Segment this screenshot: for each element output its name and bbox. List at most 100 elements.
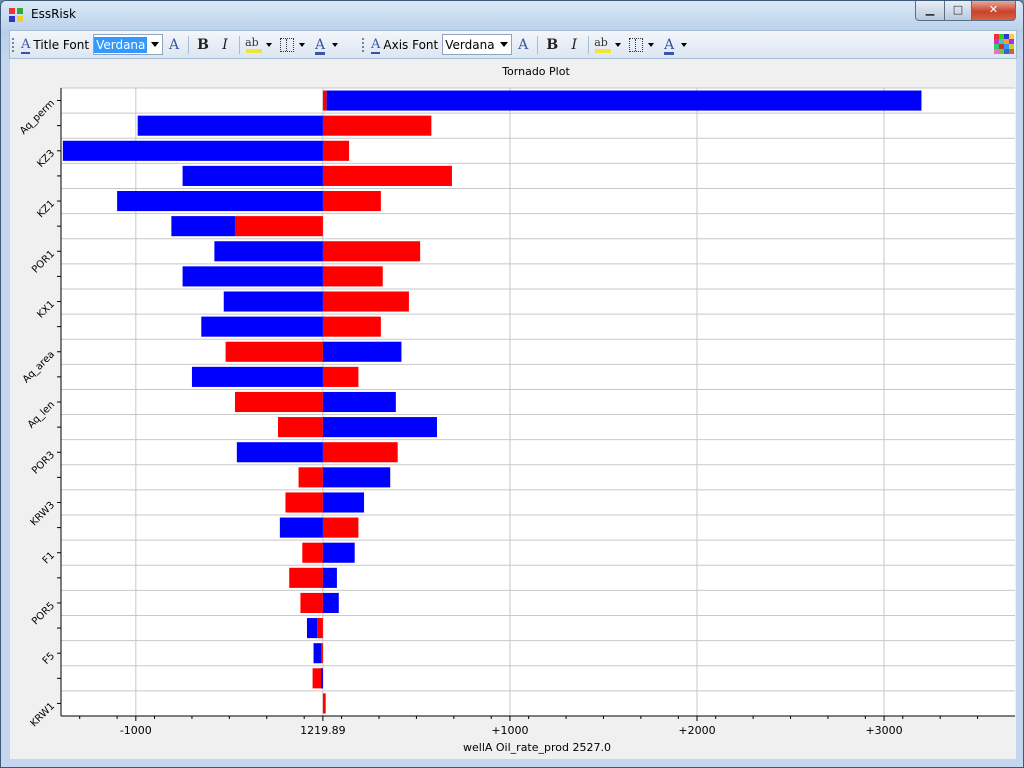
y-tick-label: Aq_area: [21, 349, 57, 385]
bar-blue: [236, 442, 323, 463]
y-tick-label: Aq_len: [26, 399, 57, 430]
title-bar[interactable]: EssRisk ▁ □ ✕: [1, 1, 1023, 29]
y-tick-label: POR1: [30, 249, 57, 276]
title-bold-button[interactable]: B: [192, 34, 214, 56]
bar-red: [322, 366, 359, 387]
y-tick-label: KZ3: [35, 148, 57, 170]
bar-blue: [322, 592, 339, 614]
title-font-select[interactable]: Verdana: [93, 34, 164, 55]
bar-blue: [137, 115, 323, 136]
x-tick-label: 1219.89: [300, 724, 346, 737]
close-icon: ✕: [988, 3, 999, 16]
bar-red: [322, 291, 409, 312]
bar-red: [322, 442, 398, 463]
y-tick-label: F1: [41, 550, 57, 566]
window-title: EssRisk: [31, 7, 76, 21]
toolbar-grip[interactable]: [362, 37, 367, 52]
chevron-down-icon: [151, 42, 160, 47]
axis-italic-button[interactable]: I: [563, 34, 585, 56]
bold-icon: B: [546, 36, 559, 53]
bar-red: [322, 316, 381, 337]
maximize-icon: □: [952, 3, 964, 16]
toolbar-separator: [239, 35, 241, 54]
app-icon: [9, 8, 23, 22]
bar-red: [317, 618, 323, 639]
maximize-button[interactable]: □: [944, 1, 972, 21]
bar-red: [234, 216, 323, 237]
bar-blue: [322, 567, 337, 588]
bar-blue: [322, 391, 396, 413]
bar-blue: [117, 190, 323, 212]
bar-blue: [279, 517, 323, 538]
highlight-color-icon: ab: [245, 36, 263, 54]
y-tick-label: POR5: [30, 600, 57, 627]
bar-blue: [322, 542, 355, 563]
bar-red: [300, 592, 323, 614]
chevron-down-icon: [500, 42, 509, 47]
axis-font-value: Verdana: [445, 37, 495, 52]
bar-red: [298, 467, 323, 488]
axis-font-label: Axis Font: [383, 37, 439, 52]
font-color-dropdown-icon[interactable]: [332, 42, 339, 47]
bar-red: [322, 115, 432, 136]
bar-red: [322, 190, 381, 212]
bold-icon: B: [197, 36, 209, 53]
minimize-button[interactable]: ▁: [915, 1, 945, 21]
title-italic-button[interactable]: I: [214, 34, 236, 56]
bar-blue: [322, 467, 391, 488]
bar-red: [277, 417, 323, 438]
bar-blue: [62, 140, 323, 161]
title-font-size-button[interactable]: A: [163, 34, 185, 56]
axis-font-color-button[interactable]: A: [658, 34, 680, 56]
bar-blue: [306, 618, 318, 639]
x-tick-label: +3000: [865, 724, 902, 737]
chart-panel: Tornado Plot -1000 1219.89 +1000 +2000 +3000…: [10, 59, 1016, 759]
bar-blue: [182, 165, 323, 186]
chart-title: Tornado Plot: [501, 65, 570, 78]
bar-blue: [321, 668, 323, 689]
title-highlight-button[interactable]: ab: [243, 34, 265, 56]
toolbar-separator: [588, 35, 590, 54]
bar-blue: [322, 341, 402, 362]
bar-blue: [313, 643, 322, 664]
font-size-icon: A: [518, 36, 529, 53]
axis-font-group: A Axis Font Verdana A B I ab A: [360, 31, 691, 58]
axis-font-select[interactable]: Verdana: [442, 34, 513, 55]
x-axis-label: wellA Oil_rate_prod 2527.0: [463, 741, 611, 754]
y-tick-label: KRW1: [29, 701, 58, 730]
font-color-icon: A: [664, 36, 675, 55]
y-tick-label: POR3: [30, 450, 57, 477]
bar-blue: [191, 366, 323, 387]
bar-red: [285, 492, 323, 513]
title-font-color-button[interactable]: A: [309, 34, 331, 56]
axis-font-icon: A: [371, 37, 381, 54]
border-dropdown-icon[interactable]: [299, 42, 306, 47]
x-tick-label: +2000: [678, 724, 715, 737]
bar-blue: [322, 417, 437, 438]
bar-red: [322, 140, 350, 161]
border-dropdown-icon[interactable]: [648, 42, 655, 47]
italic-icon: I: [571, 36, 577, 53]
bar-red: [234, 391, 323, 413]
bar-blue: [214, 241, 323, 262]
bar-blue: [326, 90, 922, 111]
font-size-icon: A: [169, 36, 180, 53]
axis-border-button[interactable]: [625, 34, 647, 56]
y-tick-label: KZ1: [35, 198, 57, 220]
app-window: EssRisk ▁ □ ✕ A Title Font Verdana A B I…: [0, 0, 1024, 768]
highlight-dropdown-icon[interactable]: [615, 42, 622, 47]
bar-blue: [182, 266, 323, 287]
axis-font-size-button[interactable]: A: [512, 34, 534, 56]
axis-bold-button[interactable]: B: [541, 34, 563, 56]
font-toolbar: A Title Font Verdana A B I ab A A Axis F…: [9, 30, 1017, 59]
bar-red: [322, 693, 326, 714]
axis-highlight-button[interactable]: ab: [592, 34, 614, 56]
minimize-icon: ▁: [925, 3, 935, 16]
title-border-button[interactable]: [276, 34, 298, 56]
font-color-dropdown-icon[interactable]: [681, 42, 688, 47]
toolbar-grip[interactable]: [12, 37, 17, 52]
highlight-dropdown-icon[interactable]: [266, 42, 273, 47]
close-button[interactable]: ✕: [971, 1, 1016, 21]
x-tick-label: -1000: [120, 724, 152, 737]
color-palette-icon[interactable]: [994, 34, 1014, 54]
